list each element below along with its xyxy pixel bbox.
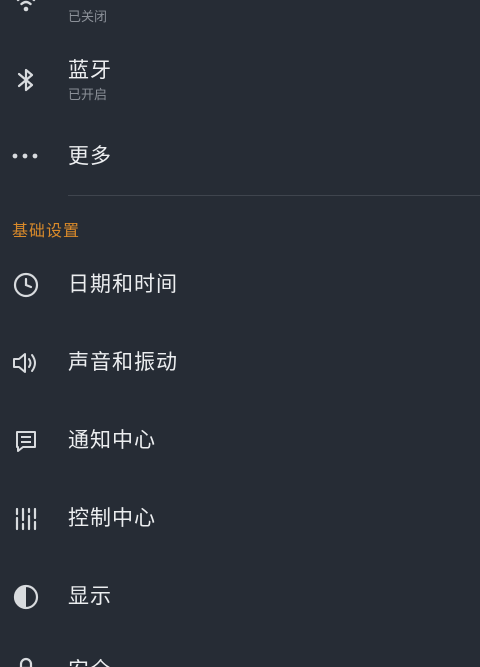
lock-icon xyxy=(10,654,42,667)
more-dots-icon xyxy=(10,140,42,172)
contrast-icon xyxy=(10,581,42,613)
sliders-icon xyxy=(10,503,42,535)
bluetooth-title: 蓝牙 xyxy=(68,58,112,82)
settings-item-control[interactable]: 控制中心 xyxy=(0,482,480,552)
settings-item-security[interactable]: 安全 xyxy=(0,638,480,667)
settings-item-wifi[interactable]: 已关闭 xyxy=(0,0,480,36)
sound-title: 声音和振动 xyxy=(68,350,178,374)
settings-item-datetime[interactable]: 日期和时间 xyxy=(0,248,480,318)
display-title: 显示 xyxy=(68,584,112,608)
settings-item-display[interactable]: 显示 xyxy=(0,560,480,630)
speaker-icon xyxy=(10,347,42,379)
wifi-icon xyxy=(10,0,42,20)
clock-icon xyxy=(10,269,42,301)
control-title: 控制中心 xyxy=(68,506,156,530)
settings-item-sound[interactable]: 声音和振动 xyxy=(0,326,480,396)
security-title: 安全 xyxy=(68,654,112,667)
more-title: 更多 xyxy=(68,144,112,168)
settings-item-bluetooth[interactable]: 蓝牙 已开启 xyxy=(0,44,480,114)
settings-item-notification[interactable]: 通知中心 xyxy=(0,404,480,474)
message-icon xyxy=(10,425,42,457)
datetime-title: 日期和时间 xyxy=(68,272,178,296)
notification-title: 通知中心 xyxy=(68,428,156,452)
bluetooth-status: 已开启 xyxy=(68,88,108,103)
settings-item-more[interactable]: 更多 xyxy=(0,126,480,186)
wifi-status: 已关闭 xyxy=(68,10,108,25)
bluetooth-icon xyxy=(10,64,42,96)
divider xyxy=(68,195,480,196)
section-header-basic: 基础设置 xyxy=(12,221,81,240)
